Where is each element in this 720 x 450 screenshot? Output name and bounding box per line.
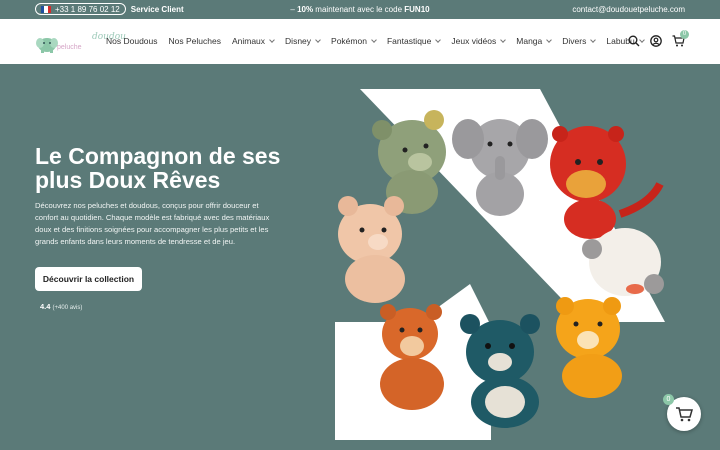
site-logo[interactable]: doudou peluche [35, 28, 126, 56]
hero-title: Le Compagnon de ses plus Doux Rêves [35, 143, 281, 193]
cart-count-badge: 0 [680, 30, 689, 39]
chevron-down-icon [435, 36, 442, 43]
rating-summary: 4.4 (+400 avis) [40, 302, 82, 311]
floating-cart-count-badge: 0 [663, 394, 674, 405]
floating-cart-button[interactable]: 0 [663, 394, 701, 431]
nav-item-divers[interactable]: Divers [562, 36, 597, 46]
header-icons: 0 [628, 30, 689, 47]
nav-item-disney[interactable]: Disney [285, 36, 321, 46]
main-navigation: Nos Doudous Nos Peluches Animaux Disney … [106, 36, 645, 46]
hero-section: Le Compagnon de ses plus Doux Rêves Déco… [0, 64, 720, 450]
discover-collection-button[interactable]: Découvrir la collection [35, 267, 142, 291]
contact-email[interactable]: contact@doudouetpeluche.com [572, 5, 685, 14]
nav-item-animaux[interactable]: Animaux [232, 36, 275, 46]
review-count: (+400 avis) [52, 305, 83, 311]
nav-item-jeux-videos[interactable]: Jeux vidéos [451, 36, 507, 46]
hero-description: Découvrez nos peluches et doudous, conçu… [35, 201, 270, 246]
cart-icon [676, 407, 693, 422]
site-header: doudou peluche Nos Doudous Nos Peluches … [0, 19, 720, 64]
rating-value: 4.4 [40, 302, 51, 311]
elephant-logo-icon [36, 38, 58, 53]
top-announcement-bar: +33 1 89 76 02 12 Service Client – 10% m… [0, 0, 720, 19]
beige-bear-plush [338, 196, 405, 303]
plush-collection-image [335, 89, 665, 440]
nav-item-manga[interactable]: Manga [516, 36, 553, 46]
chevron-down-icon [315, 36, 321, 43]
header-cart[interactable]: 0 [672, 30, 689, 47]
chevron-down-icon [500, 36, 507, 43]
nav-item-pokemon[interactable]: Pokémon [331, 36, 377, 46]
promo-percent: 10% [297, 5, 314, 14]
promo-code: FUN10 [404, 5, 430, 14]
chevron-down-icon [371, 36, 377, 43]
chevron-down-icon [546, 36, 553, 43]
green-bear-plush [372, 110, 446, 214]
chevron-down-icon [269, 36, 275, 43]
yellow-bear-plush [556, 297, 622, 398]
nav-item-fantastique[interactable]: Fantastique [387, 36, 442, 46]
search-icon[interactable] [628, 35, 640, 47]
nav-item-nos-peluches[interactable]: Nos Peluches [169, 36, 221, 46]
logo-subtext: peluche [57, 44, 82, 51]
chevron-down-icon [590, 36, 597, 43]
nav-item-nos-doudous[interactable]: Nos Doudous [106, 36, 158, 46]
red-monkey-plush [550, 126, 664, 239]
account-icon[interactable] [650, 35, 662, 47]
